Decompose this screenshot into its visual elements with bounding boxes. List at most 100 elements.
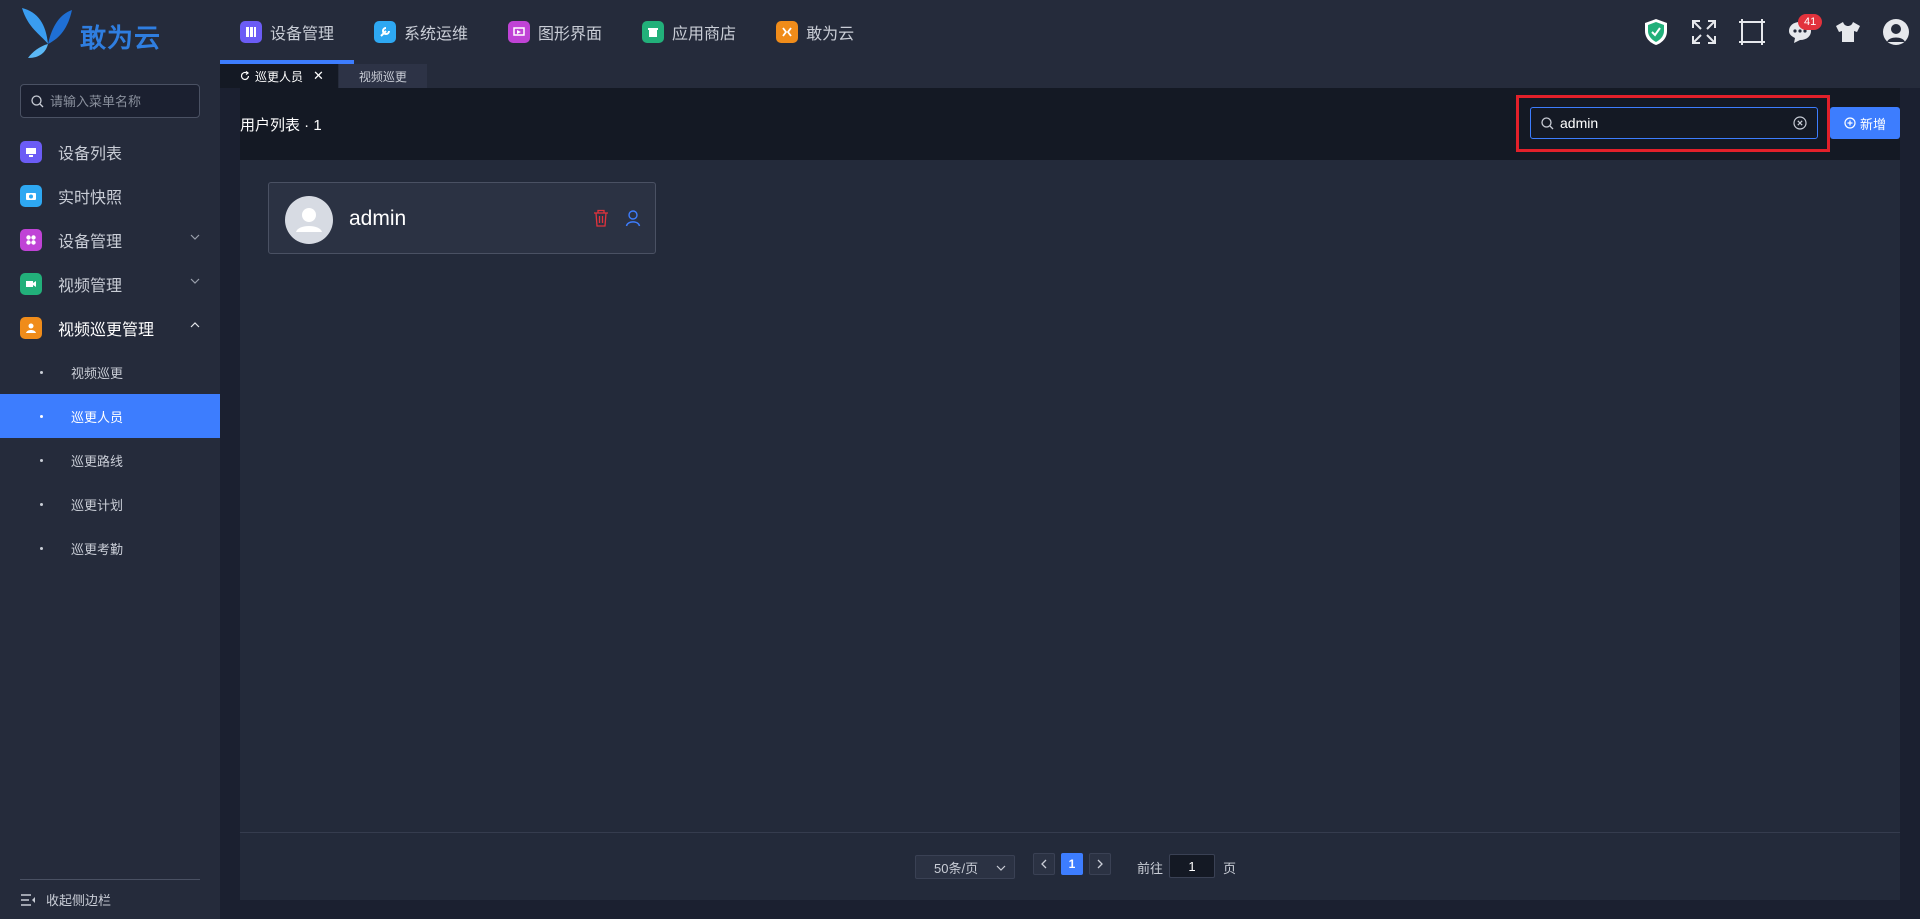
video-icon xyxy=(20,273,42,295)
goto-page-input[interactable] xyxy=(1169,854,1215,878)
bullet-dot xyxy=(40,458,43,462)
collapse-sidebar-button[interactable]: 收起侧边栏 xyxy=(20,879,200,919)
delete-icon[interactable] xyxy=(593,209,609,227)
list-header: 用户列表 · 1 新增 xyxy=(240,88,1900,160)
screen-frame-button[interactable] xyxy=(1728,0,1776,64)
page-size-value: 50条/页 xyxy=(934,860,979,876)
sidebar-subitem-patrol-route[interactable]: 巡更路线 xyxy=(0,438,220,482)
sidebar-item-label: 视频巡更管理 xyxy=(58,322,155,339)
bullet-dot xyxy=(40,502,43,506)
notification-badge: 41 xyxy=(1798,14,1823,30)
cloud-icon xyxy=(776,21,799,43)
top-nav: 设备管理 系统运维 图形界面 应用商店 敢为云 xyxy=(220,0,874,64)
page-suffix-label: 页 xyxy=(1223,861,1237,876)
monitor-icon xyxy=(20,141,42,163)
sidebar-subitem-label: 巡更人员 xyxy=(71,409,124,425)
plus-circle-icon xyxy=(1844,117,1856,129)
search-icon xyxy=(31,94,44,107)
topnav-ganweiyun[interactable]: 敢为云 xyxy=(756,0,874,64)
chevron-up-icon xyxy=(190,322,200,328)
user-avatar-button[interactable] xyxy=(1872,0,1920,64)
user-card[interactable]: admin xyxy=(268,182,656,254)
sidebar-subitem-label: 巡更计划 xyxy=(71,497,124,513)
refresh-icon[interactable] xyxy=(240,71,250,81)
sidebar-item-label: 设备管理 xyxy=(58,234,123,251)
cluster-icon xyxy=(20,229,42,251)
topnav-app-store[interactable]: 应用商店 xyxy=(622,0,756,64)
topnav-label: 图形界面 xyxy=(538,26,603,43)
close-icon[interactable]: ✕ xyxy=(313,68,324,84)
fullscreen-button[interactable] xyxy=(1680,0,1728,64)
topnav-system-ops[interactable]: 系统运维 xyxy=(354,0,488,64)
pagination: 50条/页 1 前往 页 xyxy=(240,832,1900,900)
shield-icon xyxy=(1645,19,1667,45)
tab-label: 巡更人员 xyxy=(255,69,304,84)
sidebar-subitem-video-patrol[interactable]: 视频巡更 xyxy=(0,350,220,394)
page-title: 用户列表 · 1 xyxy=(240,117,322,134)
person-placeholder-icon xyxy=(296,208,322,232)
page-size-select[interactable]: 50条/页 xyxy=(915,855,1015,879)
sidebar: 设备列表 实时快照 设备管理 视频管理 视频巡更管理 xyxy=(0,64,220,919)
topnav-label: 应用商店 xyxy=(672,26,737,43)
sidebar-subitem-patrol-attendance[interactable]: 巡更考勤 xyxy=(0,526,220,570)
device-manage-icon xyxy=(240,21,262,43)
bullet-dot xyxy=(40,414,43,418)
sidebar-subitem-label: 视频巡更 xyxy=(71,365,124,381)
sidebar-item-device-manage[interactable]: 设备管理 xyxy=(0,218,220,262)
tab-video-patrol[interactable]: 视频巡更 xyxy=(338,64,427,88)
top-icons: 41 xyxy=(1632,0,1920,64)
sidebar-subitem-label: 巡更考勤 xyxy=(71,541,124,557)
prev-page-button[interactable] xyxy=(1033,853,1055,875)
sidebar-item-device-list[interactable]: 设备列表 xyxy=(0,130,220,174)
chevron-left-icon xyxy=(1041,859,1047,869)
tab-label: 视频巡更 xyxy=(358,69,407,84)
topnav-label: 设备管理 xyxy=(270,26,335,43)
menu-search-box[interactable] xyxy=(20,84,200,118)
chevron-down-icon xyxy=(996,865,1006,871)
page-number-current[interactable]: 1 xyxy=(1061,853,1083,875)
avatar xyxy=(285,196,333,244)
top-bar: 敢为云 GANWEIYUN 设备管理 系统运维 图形界面 应用商店 xyxy=(0,0,1920,75)
logo[interactable]: 敢为云 GANWEIYUN xyxy=(18,4,198,75)
wrench-icon xyxy=(374,21,397,43)
highlight-box xyxy=(1516,95,1830,152)
goto-label: 前往 xyxy=(1137,861,1164,876)
topnav-label: 系统运维 xyxy=(404,26,469,43)
collapse-menu-icon xyxy=(21,893,35,906)
messages-button[interactable]: 41 xyxy=(1776,0,1824,64)
sidebar-item-video-patrol-manage[interactable]: 视频巡更管理 xyxy=(0,306,220,350)
bullet-dot xyxy=(40,370,43,374)
user-list-panel: admin 50条/页 1 前往 页 xyxy=(240,160,1900,900)
chevron-down-icon xyxy=(190,278,200,284)
collapse-sidebar-label: 收起侧边栏 xyxy=(46,893,112,908)
camera-icon xyxy=(20,185,42,207)
graphic-icon xyxy=(508,21,531,43)
sidebar-subitem-patrol-plan[interactable]: 巡更计划 xyxy=(0,482,220,526)
topnav-graphic-ui[interactable]: 图形界面 xyxy=(488,0,622,64)
next-page-button[interactable] xyxy=(1089,853,1111,875)
add-user-button[interactable]: 新增 xyxy=(1830,107,1900,139)
theme-button[interactable] xyxy=(1824,0,1872,64)
frame-icon xyxy=(1739,19,1765,45)
sidebar-item-video-manage[interactable]: 视频管理 xyxy=(0,262,220,306)
security-button[interactable] xyxy=(1632,0,1680,64)
tshirt-icon xyxy=(1836,22,1860,42)
patrol-icon xyxy=(20,317,42,339)
topnav-device-manage[interactable]: 设备管理 xyxy=(220,0,355,64)
page-tabs: 巡更人员 ✕ 视频巡更 xyxy=(220,64,1920,88)
store-icon xyxy=(642,21,665,43)
menu-search-input[interactable] xyxy=(50,93,190,109)
sidebar-subitem-patrol-personnel[interactable]: 巡更人员 xyxy=(0,394,220,438)
sidebar-item-snapshot[interactable]: 实时快照 xyxy=(0,174,220,218)
tab-patrol-personnel[interactable]: 巡更人员 ✕ xyxy=(220,64,338,88)
user-avatar-icon xyxy=(1883,19,1909,45)
sidebar-item-label: 视频管理 xyxy=(58,278,123,295)
topnav-label: 敢为云 xyxy=(806,26,855,43)
user-settings-icon[interactable] xyxy=(625,209,641,227)
expand-icon xyxy=(1692,20,1716,44)
user-name: admin xyxy=(349,207,407,230)
bullet-dot xyxy=(40,546,43,550)
sidebar-item-label: 设备列表 xyxy=(58,146,123,163)
chevron-down-icon xyxy=(190,234,200,240)
add-user-label: 新增 xyxy=(1859,116,1886,132)
